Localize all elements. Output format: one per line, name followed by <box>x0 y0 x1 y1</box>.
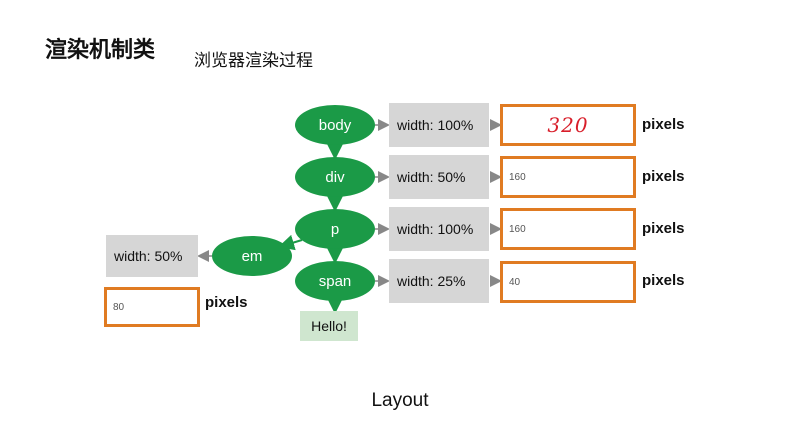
pixels-label-em: pixels <box>205 294 248 311</box>
pixels-label-p: pixels <box>642 220 685 237</box>
node-p: p <box>295 209 375 249</box>
pixels-label-span: pixels <box>642 272 685 289</box>
slide: 渲染机制类 浏览器渲染过程 body div p em span Hello! … <box>0 0 800 438</box>
style-div: width: 50% <box>389 155 489 199</box>
pixels-label-div: pixels <box>642 168 685 185</box>
pixels-body-value: 320 <box>500 104 636 146</box>
node-span: span <box>295 261 375 301</box>
node-body: body <box>295 105 375 145</box>
pixels-em-value: 80 <box>104 287 200 327</box>
pixels-span-value: 40 <box>500 261 636 303</box>
pixels-p-value: 160 <box>500 208 636 250</box>
node-em: em <box>212 236 292 276</box>
style-em: width: 50% <box>106 235 198 277</box>
slide-caption: Layout <box>371 390 429 411</box>
pixels-label-body: pixels <box>642 116 685 133</box>
node-div: div <box>295 157 375 197</box>
pixels-div-value: 160 <box>500 156 636 198</box>
style-p: width: 100% <box>389 207 489 251</box>
text-node-hello: Hello! <box>300 311 358 341</box>
style-span: width: 25% <box>389 259 489 303</box>
style-body: width: 100% <box>389 103 489 147</box>
